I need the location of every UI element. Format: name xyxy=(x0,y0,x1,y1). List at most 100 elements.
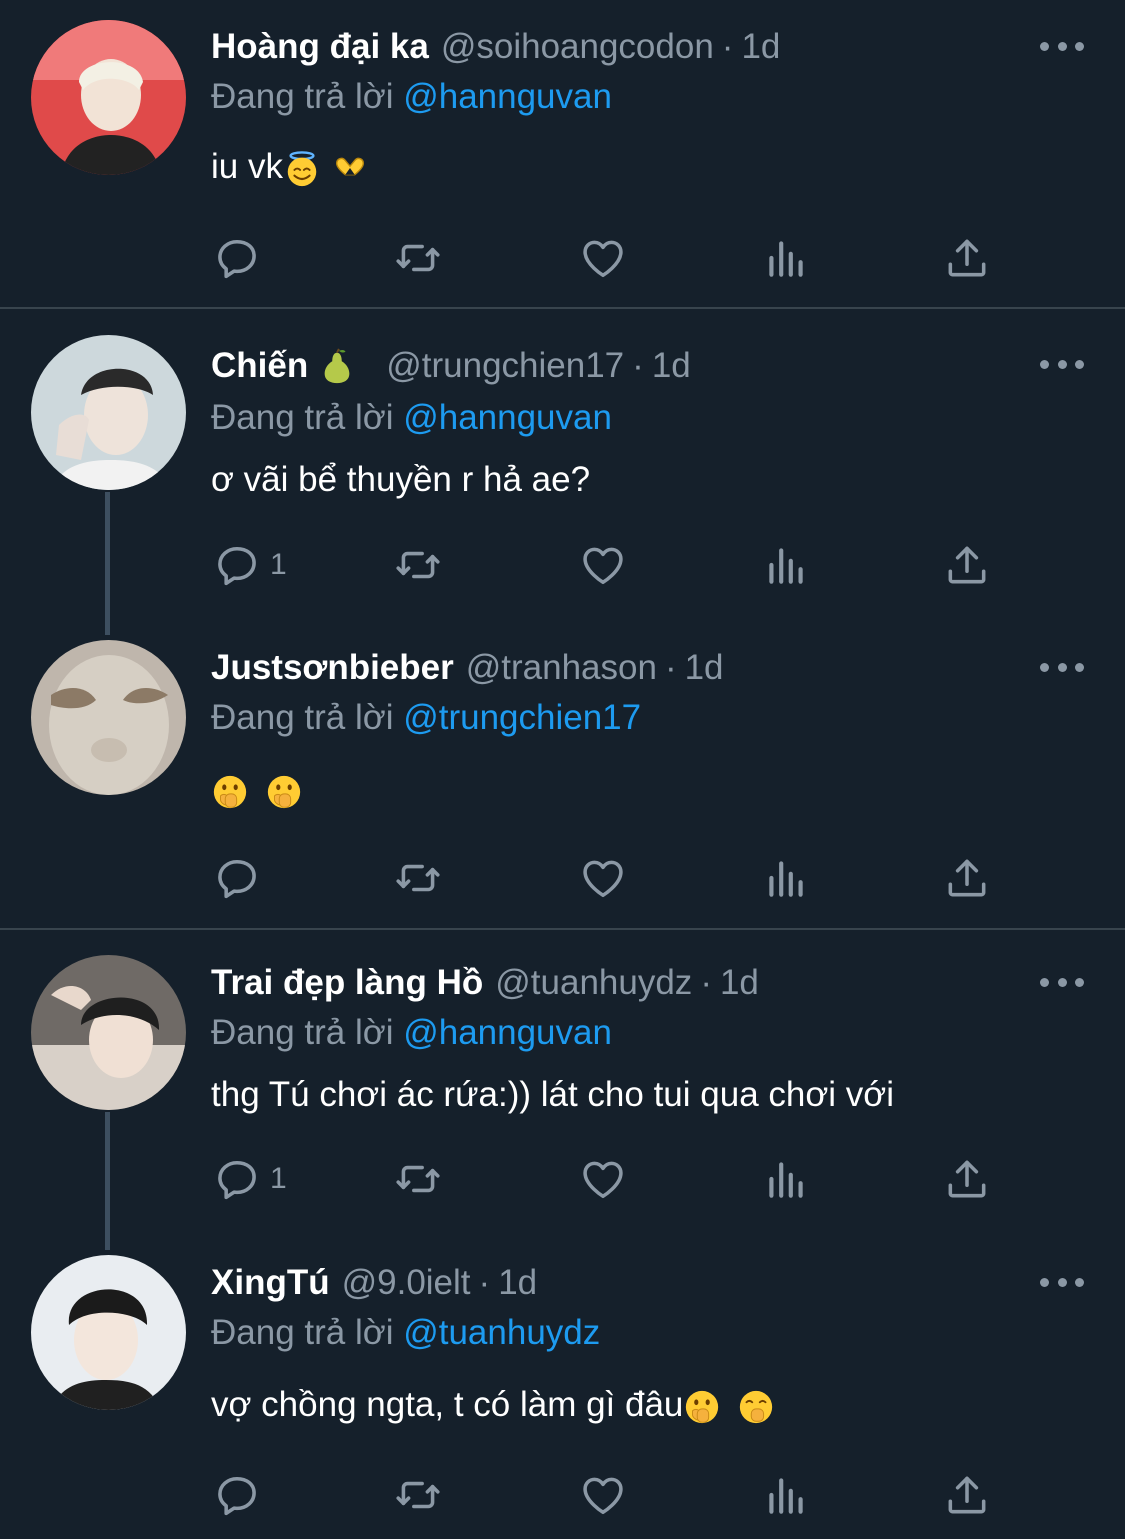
display-name[interactable]: XingTú xyxy=(211,1263,330,1303)
share-button[interactable] xyxy=(942,848,992,908)
tweet-text: thg Tú chơi ác rứa:)) lát cho tui qua ch… xyxy=(211,1075,895,1114)
user-handle[interactable]: @9.0ielt xyxy=(342,1263,471,1303)
timestamp[interactable]: 1d xyxy=(498,1263,537,1303)
separator-dot: · xyxy=(664,648,677,687)
like-button[interactable] xyxy=(578,228,628,288)
user-handle[interactable]: @tuanhuydz xyxy=(495,963,692,1003)
peeking-face-emoji-icon xyxy=(265,773,303,811)
reply-icon xyxy=(212,540,262,590)
display-name[interactable]: Trai đẹp làng Hồ xyxy=(211,963,483,1003)
reply-button[interactable] xyxy=(212,1465,270,1525)
display-name[interactable]: Justsơnbieber xyxy=(211,648,454,688)
tweet-actions xyxy=(0,848,1125,908)
reply-prefix: Đang trả lời xyxy=(211,398,394,437)
views-button[interactable] xyxy=(761,848,811,908)
tweet-header: Chiến @trungchien17 · 1d xyxy=(211,342,691,390)
share-icon xyxy=(942,1154,992,1204)
display-name[interactable]: Hoàng đại ka xyxy=(211,27,429,67)
display-name[interactable]: Chiến xyxy=(211,346,308,386)
more-options-icon[interactable] xyxy=(1040,976,1084,988)
timestamp[interactable]: 1d xyxy=(685,648,724,688)
like-button[interactable] xyxy=(578,1149,628,1209)
share-button[interactable] xyxy=(942,535,992,595)
tweet-3[interactable]: Justsơnbieber @tranhason · 1d Đang trả l… xyxy=(0,620,1125,928)
reply-prefix: Đang trả lời xyxy=(211,1013,394,1052)
hand-over-mouth-emoji-icon xyxy=(737,1388,775,1426)
tweet-1[interactable]: Hoàng đại ka @soihoangcodon · 1d Đang tr… xyxy=(0,0,1125,308)
timestamp[interactable]: 1d xyxy=(720,963,759,1003)
replying-to: Đang trả lời @hannguvan xyxy=(211,398,612,438)
tweet-text: ơ vãi bể thuyền r hả ae? xyxy=(211,460,591,499)
reply-icon xyxy=(212,1154,262,1204)
more-options-icon[interactable] xyxy=(1040,358,1084,370)
views-icon xyxy=(761,540,811,590)
pear-emoji-icon xyxy=(318,347,356,385)
like-button[interactable] xyxy=(578,848,628,908)
tweet-header: Trai đẹp làng Hồ @tuanhuydz · 1d xyxy=(211,959,759,1007)
share-button[interactable] xyxy=(942,1149,992,1209)
share-icon xyxy=(942,233,992,283)
more-options-icon[interactable] xyxy=(1040,1276,1084,1288)
tweet-5[interactable]: XingTú @9.0ielt · 1d Đang trả lời @tuanh… xyxy=(0,1235,1125,1539)
reply-mention[interactable]: @hannguvan xyxy=(403,1013,612,1052)
retweet-button[interactable] xyxy=(393,228,443,288)
retweet-button[interactable] xyxy=(393,535,443,595)
retweet-button[interactable] xyxy=(393,1465,443,1525)
share-button[interactable] xyxy=(942,1465,992,1525)
timestamp[interactable]: 1d xyxy=(741,27,780,67)
more-options-icon[interactable] xyxy=(1040,40,1084,52)
peeking-face-emoji-icon xyxy=(683,1388,721,1426)
timestamp[interactable]: 1d xyxy=(652,346,691,386)
user-handle[interactable]: @trungchien17 xyxy=(386,346,624,386)
separator-dot: · xyxy=(700,963,712,1002)
reply-count: 1 xyxy=(270,548,287,581)
tweet-4[interactable]: Trai đẹp làng Hồ @tuanhuydz · 1d Đang tr… xyxy=(0,930,1125,1230)
reply-prefix: Đang trả lời xyxy=(211,77,394,116)
tweet-header: XingTú @9.0ielt · 1d xyxy=(211,1259,537,1307)
share-icon xyxy=(942,1470,992,1520)
avatar[interactable] xyxy=(31,20,186,175)
reply-mention[interactable]: @hannguvan xyxy=(403,398,612,437)
divider xyxy=(0,307,1125,309)
reply-button[interactable]: 1 xyxy=(212,1149,287,1209)
retweet-button[interactable] xyxy=(393,848,443,908)
reply-icon xyxy=(212,853,262,903)
views-button[interactable] xyxy=(761,1149,811,1209)
like-button[interactable] xyxy=(578,535,628,595)
heart-icon xyxy=(578,540,628,590)
retweet-icon xyxy=(393,1470,443,1520)
tweet-actions: 1 xyxy=(0,535,1125,595)
avatar[interactable] xyxy=(31,335,186,490)
retweet-icon xyxy=(393,1154,443,1204)
tweet-2[interactable]: Chiến @trungchien17 · 1d Đang trả lời @h… xyxy=(0,310,1125,610)
reply-button[interactable] xyxy=(212,228,270,288)
heart-hands-emoji-icon xyxy=(331,150,369,188)
tweet-text: vợ chồng ngta, t có làm gì đâu xyxy=(211,1385,775,1426)
tweet-actions: 1 xyxy=(0,1149,1125,1209)
user-handle[interactable]: @soihoangcodon xyxy=(441,27,714,67)
user-handle[interactable]: @tranhason xyxy=(466,648,657,688)
views-button[interactable] xyxy=(761,228,811,288)
avatar[interactable] xyxy=(31,955,186,1110)
tweet-text: iu vk xyxy=(211,147,369,188)
views-button[interactable] xyxy=(761,535,811,595)
heart-icon xyxy=(578,1470,628,1520)
reply-prefix: Đang trả lời xyxy=(211,698,394,737)
reply-mention[interactable]: @trungchien17 xyxy=(403,698,641,737)
more-options-icon[interactable] xyxy=(1040,661,1084,673)
avatar[interactable] xyxy=(31,1255,186,1410)
share-button[interactable] xyxy=(942,228,992,288)
reply-button[interactable] xyxy=(212,848,270,908)
like-button[interactable] xyxy=(578,1465,628,1525)
heart-icon xyxy=(578,233,628,283)
avatar[interactable] xyxy=(31,640,186,795)
retweet-icon xyxy=(393,540,443,590)
reply-mention[interactable]: @hannguvan xyxy=(403,77,612,116)
reply-mention[interactable]: @tuanhuydz xyxy=(403,1313,600,1352)
reply-button[interactable]: 1 xyxy=(212,535,287,595)
tweet-actions xyxy=(0,1465,1125,1525)
views-button[interactable] xyxy=(761,1465,811,1525)
replying-to: Đang trả lời @trungchien17 xyxy=(211,698,641,738)
retweet-button[interactable] xyxy=(393,1149,443,1209)
reply-icon xyxy=(212,1470,262,1520)
